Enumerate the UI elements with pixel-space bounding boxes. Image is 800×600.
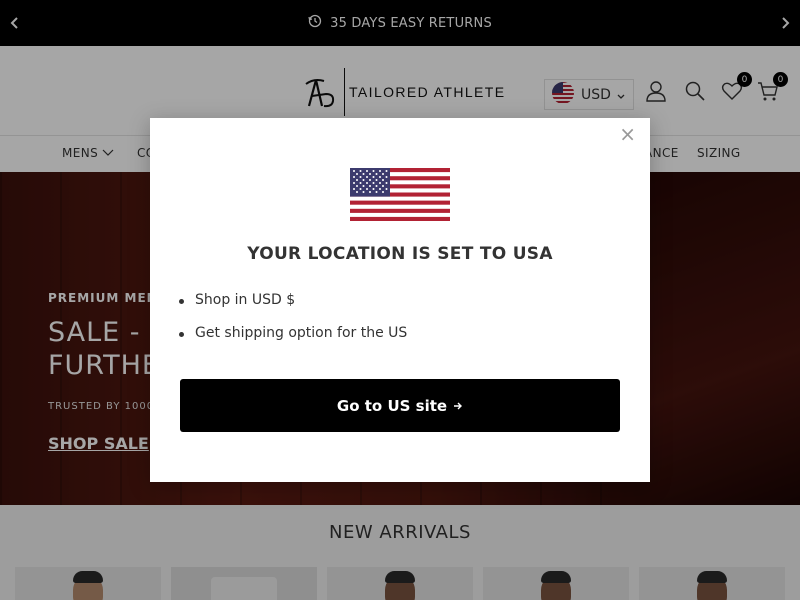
list-item: Get shipping option for the US: [179, 325, 408, 341]
location-modal: × YOUR LOCATION IS SET TO USA Shop in US…: [150, 118, 650, 482]
list-item-text: Shop in USD $: [195, 292, 296, 308]
modal-bullet-list: Shop in USD $ Get shipping option for th…: [179, 292, 408, 358]
bullet-dot: [179, 332, 184, 337]
list-item-text: Get shipping option for the US: [195, 325, 408, 341]
bullet-dot: [179, 299, 184, 304]
modal-heading: YOUR LOCATION IS SET TO USA: [247, 244, 553, 264]
list-item: Shop in USD $: [179, 292, 407, 308]
us-flag-icon: [350, 168, 450, 225]
arrow-right-icon: [453, 397, 463, 415]
close-icon[interactable]: ×: [619, 122, 636, 146]
button-label: Go to US site: [336, 396, 448, 415]
go-to-us-site-button[interactable]: Go to US site: [180, 379, 620, 432]
